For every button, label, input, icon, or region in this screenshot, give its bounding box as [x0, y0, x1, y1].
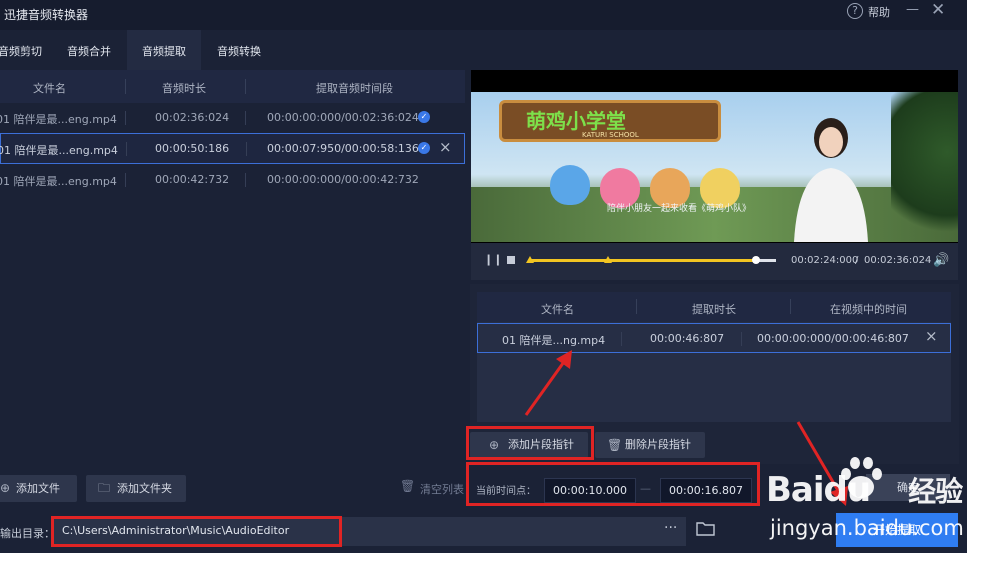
folder-open-icon[interactable]	[696, 520, 716, 537]
arrow-annotation	[524, 350, 572, 416]
header-filename: 文件名	[33, 82, 66, 95]
segment-marker[interactable]	[604, 256, 612, 263]
row-filename: 01 陪伴是最...eng.mp4	[0, 175, 117, 188]
seg-row-range: 00:00:00:000/00:00:46:807	[757, 332, 909, 345]
cell-divider	[246, 142, 247, 156]
highlight-box-output	[51, 516, 342, 547]
header-range: 提取音频时间段	[316, 82, 393, 95]
app-title: 迅捷音频转换器	[4, 8, 89, 22]
file-table-header: 文件名 音频时长 提取音频时间段	[0, 70, 465, 103]
seg-row-duration: 00:00:46:807	[650, 332, 725, 345]
video-tree	[891, 92, 958, 242]
close-icon[interactable]: ×	[439, 138, 452, 156]
watermark-site: jingyan.baidu.com	[770, 516, 964, 540]
cell-divider	[125, 111, 126, 125]
character-blue	[550, 165, 590, 205]
help-button[interactable]: 帮助	[868, 4, 890, 20]
close-icon[interactable]: ×	[925, 327, 938, 345]
table-row[interactable]: 01 陪伴是最...eng.mp4 00:00:42:732 00:00:00:…	[0, 165, 465, 196]
header-duration: 音频时长	[162, 82, 206, 95]
table-row-selected[interactable]: 01 陪伴是最...eng.mp4 00:00:50:186 00:00:07:…	[0, 133, 465, 164]
total-time: 00:02:36:024	[864, 255, 932, 266]
check-icon[interactable]: ✓	[418, 111, 430, 123]
time-separator: /	[855, 255, 859, 266]
add-file-button[interactable]: ⊕ 添加文件	[0, 475, 77, 502]
cell-divider	[245, 111, 246, 125]
video-logo-board: 萌鸡小学堂 KATURI SCHOOL	[499, 100, 721, 142]
watermark-brand: Baidu 经验	[766, 470, 963, 510]
row-range: 00:00:00:000/00:00:42:732	[267, 173, 419, 186]
trash-icon: 🗑	[607, 438, 623, 452]
row-duration: 00:00:42:732	[155, 173, 230, 186]
table-row[interactable]: 01 陪伴是最...eng.mp4 00:02:36:024 00:00:00:…	[0, 103, 465, 134]
highlight-box-add-segment	[466, 426, 594, 460]
row-range: 00:00:07:950/00:00:58:136	[267, 142, 419, 155]
segment-table-header: 文件名 提取时长 在视频中的时间	[477, 292, 951, 322]
header-divider	[790, 299, 791, 314]
folder-icon: 🗀	[98, 481, 111, 495]
cell-divider	[245, 173, 246, 187]
check-icon[interactable]: ✓	[418, 142, 430, 154]
video-logo-subtitle: KATURI SCHOOL	[582, 131, 639, 139]
row-duration: 00:02:36:024	[155, 111, 230, 124]
tab-merge[interactable]: 音频合并	[52, 30, 126, 70]
cell-divider	[125, 173, 126, 187]
highlight-box-time-range	[466, 462, 760, 506]
tab-cut[interactable]: 音频剪切	[0, 30, 50, 70]
presenter-figure	[794, 118, 868, 242]
tab-convert[interactable]: 音频转换	[202, 30, 276, 70]
clear-list-button[interactable]: 清空列表	[420, 481, 464, 497]
cell-divider	[126, 142, 127, 156]
video-logo-text: 萌鸡小学堂	[526, 109, 626, 133]
stop-icon[interactable]	[507, 256, 515, 264]
close-window-icon[interactable]: ✕	[931, 0, 945, 20]
more-icon[interactable]: ···	[664, 520, 677, 536]
progress-knob[interactable]	[752, 256, 760, 264]
add-folder-button[interactable]: 🗀 添加文件夹	[86, 475, 186, 502]
seg-header-filename: 文件名	[541, 303, 574, 316]
row-range: 00:00:00:000/00:02:36:024	[267, 111, 419, 124]
cell-divider	[741, 332, 742, 346]
seg-header-range: 在视频中的时间	[830, 303, 907, 316]
segment-marker[interactable]	[526, 256, 534, 263]
row-filename: 01 陪伴是最...eng.mp4	[0, 113, 117, 126]
minimize-icon[interactable]: —	[906, 2, 919, 17]
delete-segment-button[interactable]: 🗑 删除片段指针	[595, 432, 705, 458]
output-dir-label: 输出目录：	[0, 527, 55, 540]
cell-divider	[621, 332, 622, 346]
row-filename: 01 陪伴是最...eng.mp4	[0, 144, 118, 157]
header-divider	[125, 79, 126, 94]
volume-icon[interactable]: 🔊	[933, 253, 949, 268]
trash-icon[interactable]: 🗑	[400, 479, 415, 493]
header-divider	[245, 79, 246, 94]
tab-extract[interactable]: 音频提取	[127, 30, 201, 70]
plus-circle-icon: ⊕	[0, 481, 11, 495]
header-divider	[636, 299, 637, 314]
progress-fill	[530, 259, 756, 262]
video-caption: 陪伴小朋友一起来收看《萌鸡小队》	[607, 204, 752, 214]
tab-bar: 音频剪切 音频合并 音频提取 音频转换	[0, 30, 967, 70]
current-time: 00:02:24:000	[791, 255, 859, 266]
title-bar: 迅捷音频转换器 ? 帮助 — ✕	[0, 0, 967, 30]
row-duration: 00:00:50:186	[155, 142, 230, 155]
pause-icon[interactable]: ❙❙	[484, 253, 502, 266]
seg-header-duration: 提取时长	[692, 303, 736, 316]
help-icon[interactable]: ?	[847, 3, 863, 19]
